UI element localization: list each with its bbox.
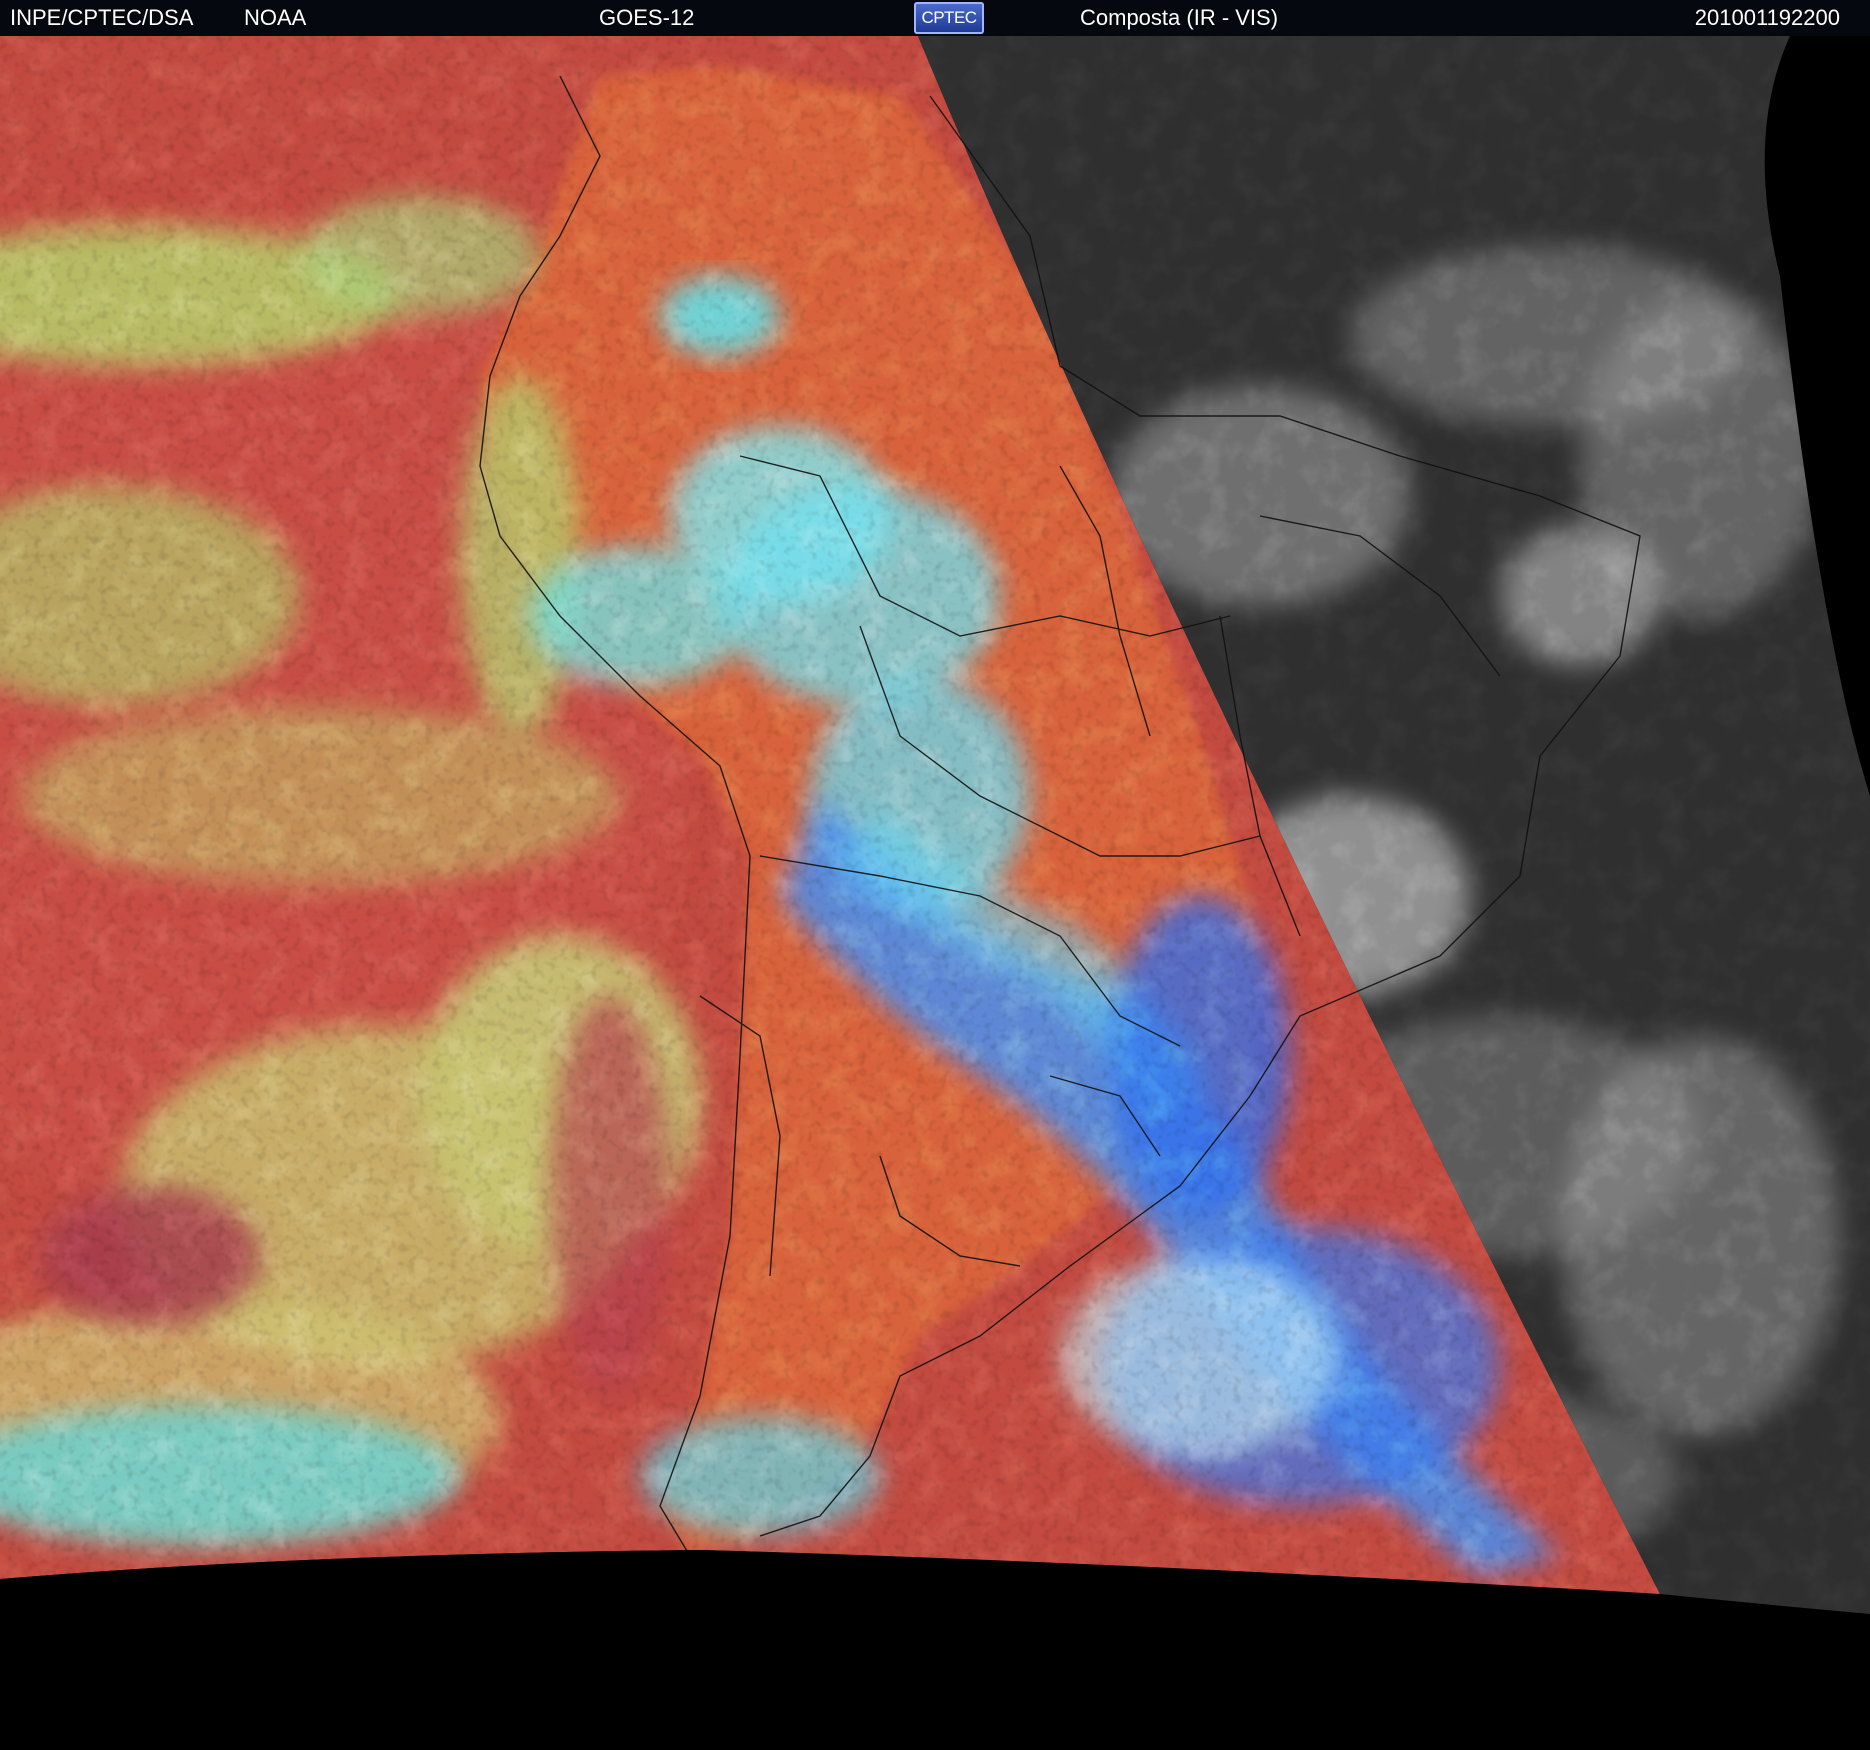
cptec-logo-text: CPTEC [921, 8, 977, 27]
product-label: Composta (IR - VIS) [1080, 5, 1279, 30]
institution-label: INPE/CPTEC/DSA [10, 5, 194, 30]
agency-label: NOAA [244, 5, 307, 30]
satellite-label: GOES-12 [599, 5, 695, 30]
cptec-logo: CPTEC [914, 2, 984, 34]
satellite-composite-image [0, 36, 1870, 1750]
satellite-viewer: INPE/CPTEC/DSA NOAA GOES-12 CPTEC Compos… [0, 0, 1870, 1750]
header-bar: INPE/CPTEC/DSA NOAA GOES-12 CPTEC Compos… [0, 0, 1870, 36]
timestamp-label: 201001192200 [1694, 5, 1840, 30]
